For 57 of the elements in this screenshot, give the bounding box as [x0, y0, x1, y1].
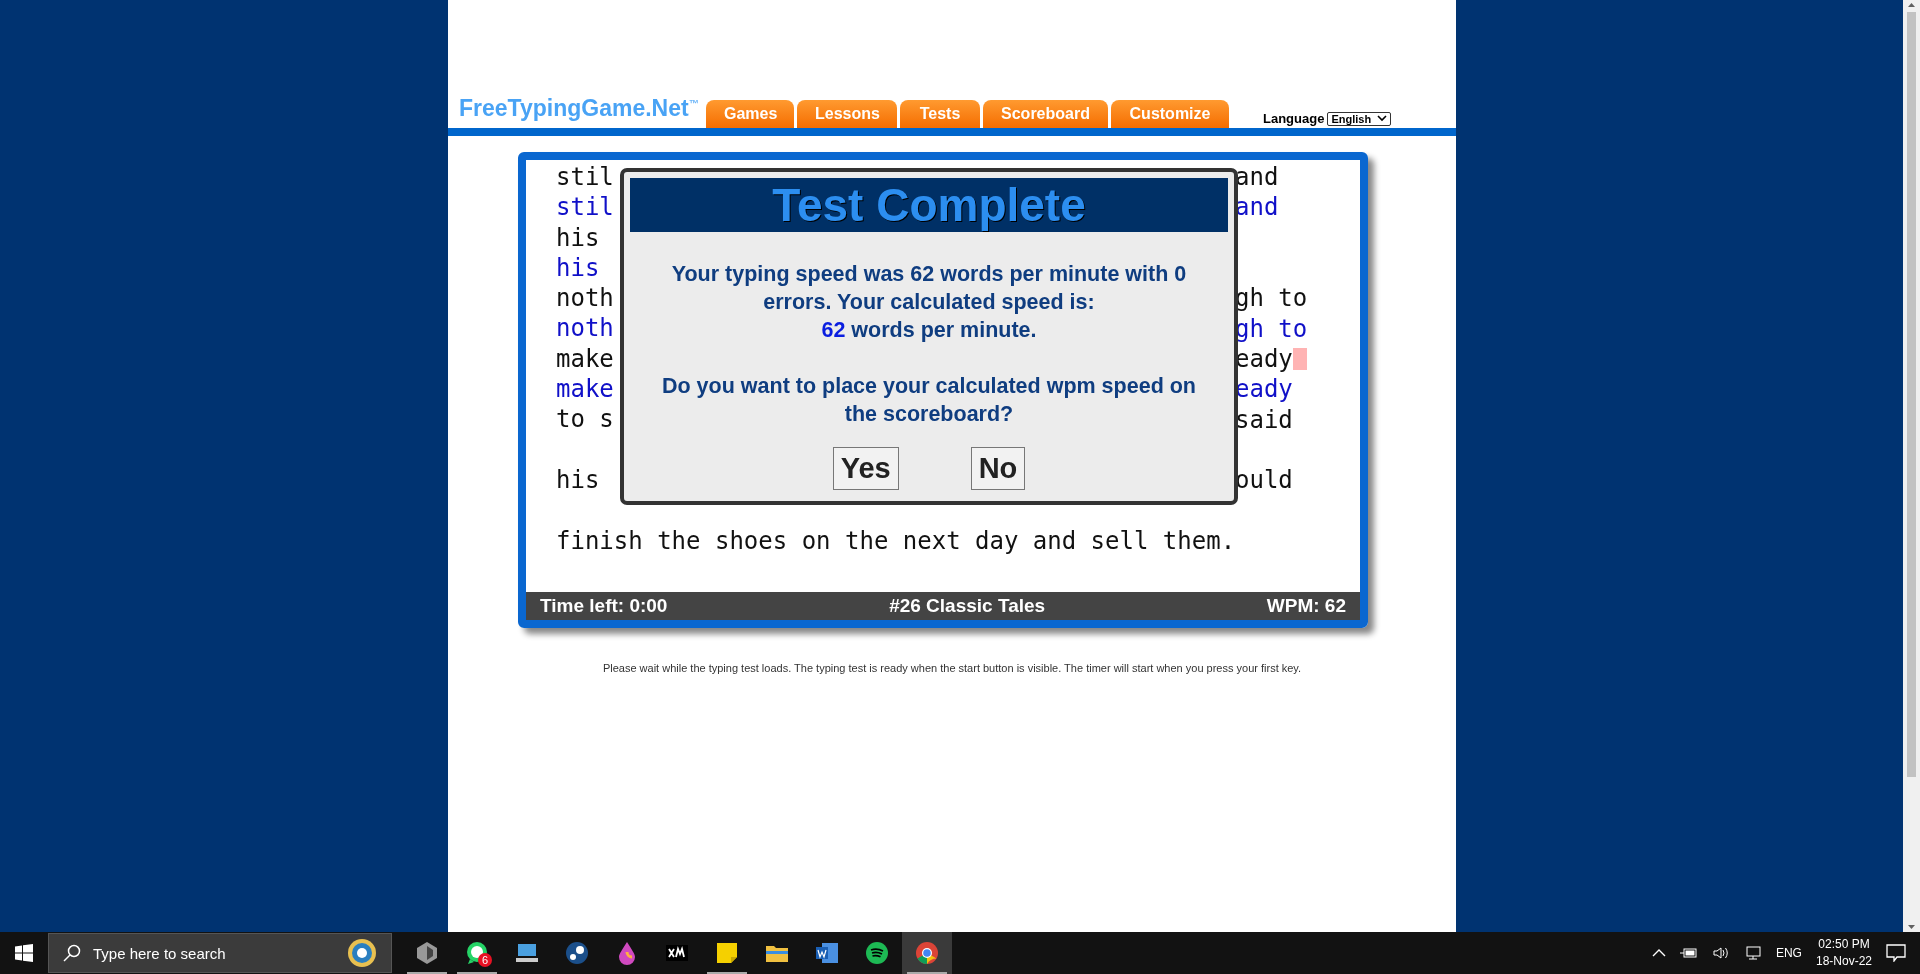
search-field[interactable]: Type here to search: [48, 933, 392, 973]
music-icon: [864, 940, 890, 966]
answer-button[interactable]: Yes: [832, 447, 899, 490]
nav-tab[interactable]: Games: [706, 100, 794, 128]
input-language[interactable]: ENG: [1775, 946, 1802, 960]
notification-icon[interactable]: [1886, 944, 1906, 962]
windows-icon[interactable]: [15, 944, 33, 962]
typing-text: noth: [556, 314, 614, 343]
scrollbar[interactable]: [1903, 0, 1920, 932]
nav-tab[interactable]: Tests: [900, 100, 980, 128]
taskbar-app[interactable]: 6: [452, 932, 502, 974]
test-title: #26 Classic Tales: [889, 595, 1046, 617]
nav-tab[interactable]: Customize: [1111, 100, 1229, 128]
typing-text: make: [556, 344, 614, 373]
typing-text: his: [556, 465, 600, 494]
typing-text: his: [556, 253, 600, 282]
steam-icon: [564, 940, 590, 966]
typing-text: gh to: [1235, 313, 1308, 344]
typing-text: said: [1235, 404, 1293, 435]
dialog-title: Test Complete: [630, 178, 1228, 232]
nav-tab[interactable]: Lessons: [797, 100, 897, 128]
answer-button[interactable]: No: [970, 447, 1026, 490]
scoreboard-question: Do you want to place your calculated wpm speed on the scoreboard?: [661, 373, 1197, 428]
typing-text: eady: [1235, 343, 1293, 374]
loading-note: Please wait while the typing test loads. The typing test is ready when the start button is visible. The timer will start when you press your first key.: [601, 662, 1303, 674]
nav-tab[interactable]: Scoreboard: [983, 100, 1108, 128]
language-label: Language: [1263, 111, 1325, 126]
note-icon: [714, 940, 740, 966]
typing-text: make: [556, 375, 614, 404]
typing-text: and: [1235, 192, 1279, 223]
typing-text: eady: [1235, 374, 1293, 405]
typing-text: stil: [556, 193, 614, 222]
site-logo[interactable]: FreeTypingGame.Net$^{™}$: [448, 95, 706, 128]
mosaic-icon: [347, 938, 377, 968]
notification-badge: 6: [478, 953, 492, 967]
browser-icon: [914, 940, 940, 966]
typing-text: his: [556, 223, 600, 252]
chevron-up-icon[interactable]: [1651, 948, 1666, 958]
hexagon-icon: [414, 940, 440, 966]
taskbar-app[interactable]: [902, 932, 952, 974]
battery-icon[interactable]: [1679, 947, 1698, 959]
search-icon: [63, 944, 81, 962]
network-icon[interactable]: [1743, 946, 1762, 960]
typing-text: stil: [556, 163, 614, 191]
typing-text: ould: [1235, 465, 1293, 496]
result-message: Your typing speed was 62 words per minute with 0 errors. Your calculated speed is: 62 words per minute.: [670, 261, 1188, 344]
time-left: Time left: 0:00: [540, 595, 668, 617]
typing-text: to s: [556, 405, 614, 434]
chevron-icon: [1377, 115, 1388, 122]
typing-text: gh to: [1235, 283, 1308, 314]
typing-text: finish the shoes on the next day and sell them.: [556, 526, 1236, 555]
document-icon: [814, 940, 840, 966]
speaker-icon[interactable]: [1711, 946, 1730, 960]
wpm-reading: WPM: 62: [1266, 595, 1346, 617]
language-select[interactable]: English: [1327, 111, 1392, 126]
typing-text: noth: [556, 284, 614, 313]
clock[interactable]: 02:50 PM 18-Nov-22: [1815, 936, 1872, 970]
